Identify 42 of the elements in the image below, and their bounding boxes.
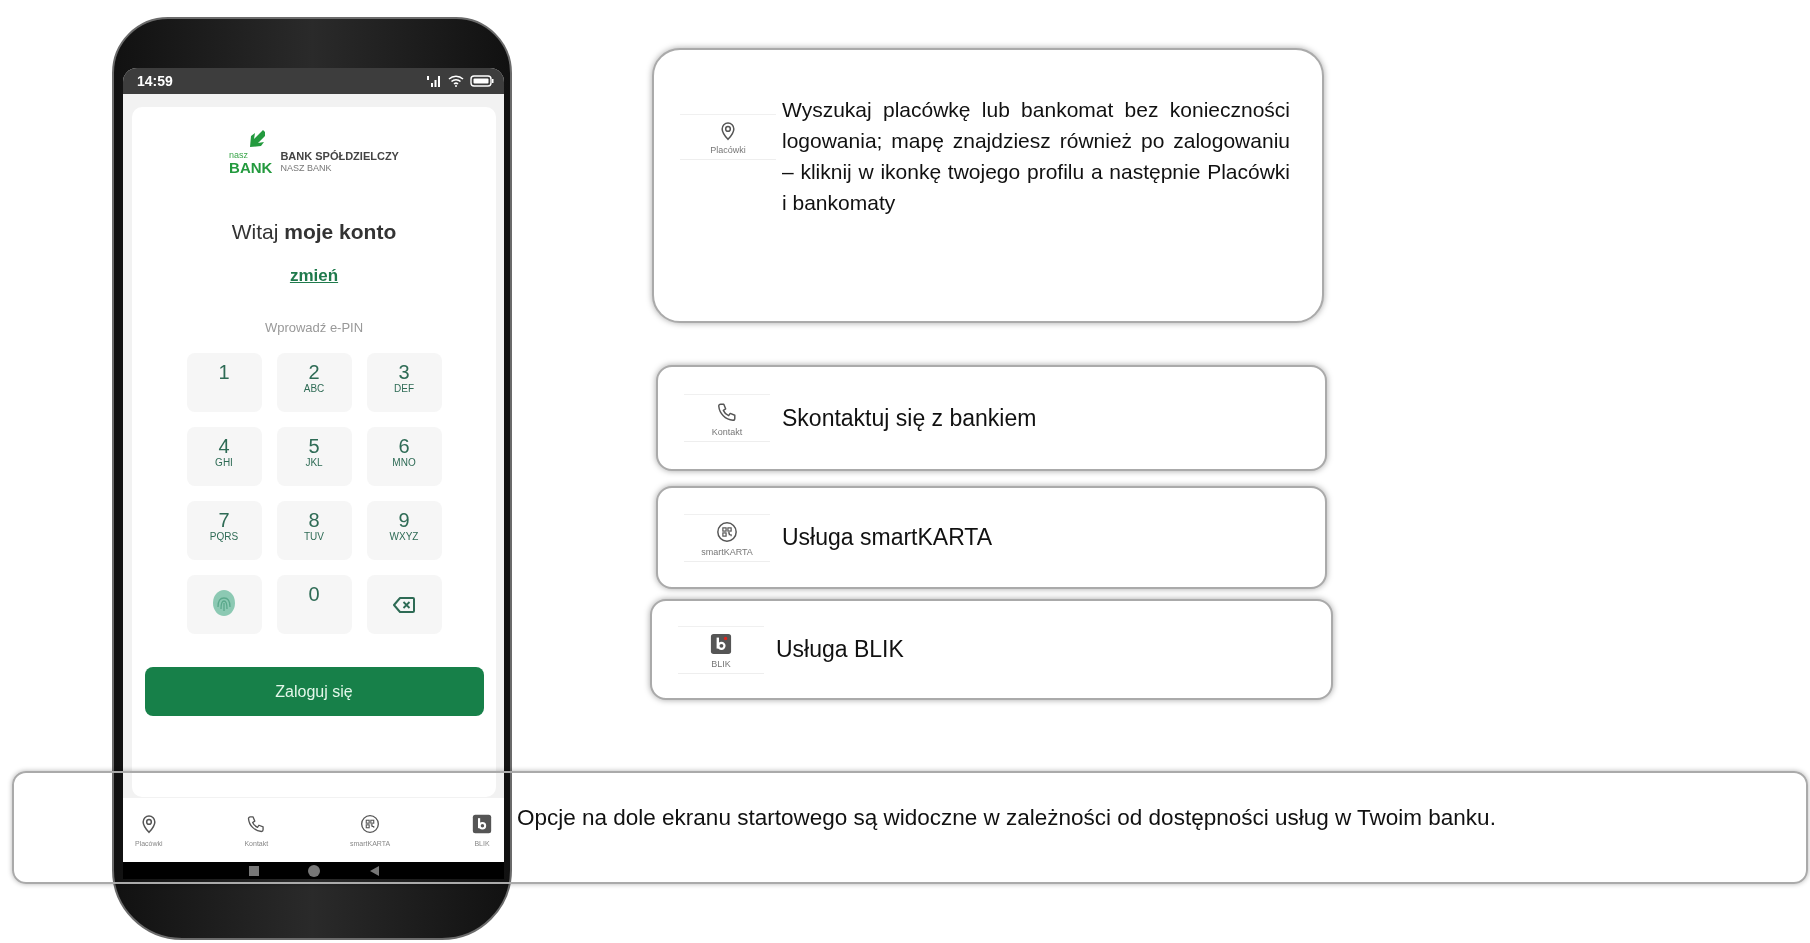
- back-icon[interactable]: [368, 865, 379, 876]
- backspace-icon: [393, 597, 415, 613]
- login-button[interactable]: Zaloguj się: [144, 667, 484, 716]
- recent-apps-icon[interactable]: [248, 865, 259, 876]
- square-logo-icon: [710, 632, 732, 655]
- qr-code-icon: [360, 813, 381, 834]
- keypad-key[interactable]: 6 MNO: [366, 427, 442, 486]
- keypad-key[interactable]: 2 ABC: [276, 353, 352, 412]
- bank-subname: NASZ BANK: [280, 163, 333, 174]
- phone-icon: [716, 401, 738, 423]
- bank-name: BANK SPÓŁDZIELCZY: [280, 150, 399, 163]
- tab-label: Kontakt: [711, 427, 743, 437]
- keypad-key[interactable]: 5 JKL: [276, 427, 352, 486]
- greeting-text: Witaj moje konto: [231, 220, 397, 244]
- signal-icon: [426, 75, 442, 87]
- callout-text: Usługa smartKARTA: [782, 523, 994, 552]
- keypad-key[interactable]: [366, 575, 442, 634]
- status-time: 14:59: [137, 73, 174, 89]
- tab-label: smartKARTA: [701, 546, 753, 557]
- qr-code-icon: [716, 520, 738, 543]
- callout-text: Wyszukaj placówkę lub bankomat bez konieczności logowania; mapę znajdziesz również po zalogowaniu – kliknij w ikonkę twojego profilu a następnie Placówki i bankomaty: [782, 97, 1290, 216]
- keypad-key[interactable]: 3 DEF: [366, 353, 442, 412]
- callout-text: Skontaktuj się z bankiem: [782, 403, 1038, 433]
- logo-small-text: nasz: [229, 150, 249, 160]
- keypad-key[interactable]: 8 TUV: [276, 501, 352, 560]
- keypad-key[interactable]: 7 PQRS: [186, 501, 262, 560]
- callout-text: Usługa BLIK: [776, 635, 905, 664]
- pin-prompt: Wprowadź e-PIN: [264, 320, 364, 335]
- battery-icon: [470, 75, 494, 87]
- tab-label: Placówki: [710, 145, 746, 155]
- home-icon[interactable]: [306, 863, 321, 878]
- tab-label: BLIK: [711, 658, 731, 669]
- square-logo-icon: [471, 813, 492, 834]
- phone-icon: [246, 813, 267, 834]
- wifi-icon: [448, 75, 464, 87]
- fingerprint-icon: [212, 589, 236, 617]
- change-link[interactable]: zmień: [289, 266, 339, 286]
- keypad-key[interactable]: 4 GHI: [186, 427, 262, 486]
- keypad-key[interactable]: 9 WXYZ: [366, 501, 442, 560]
- keypad-key[interactable]: 1: [186, 353, 262, 412]
- logo-big-text: BANK: [229, 160, 273, 175]
- keypad-key[interactable]: 0: [276, 575, 352, 634]
